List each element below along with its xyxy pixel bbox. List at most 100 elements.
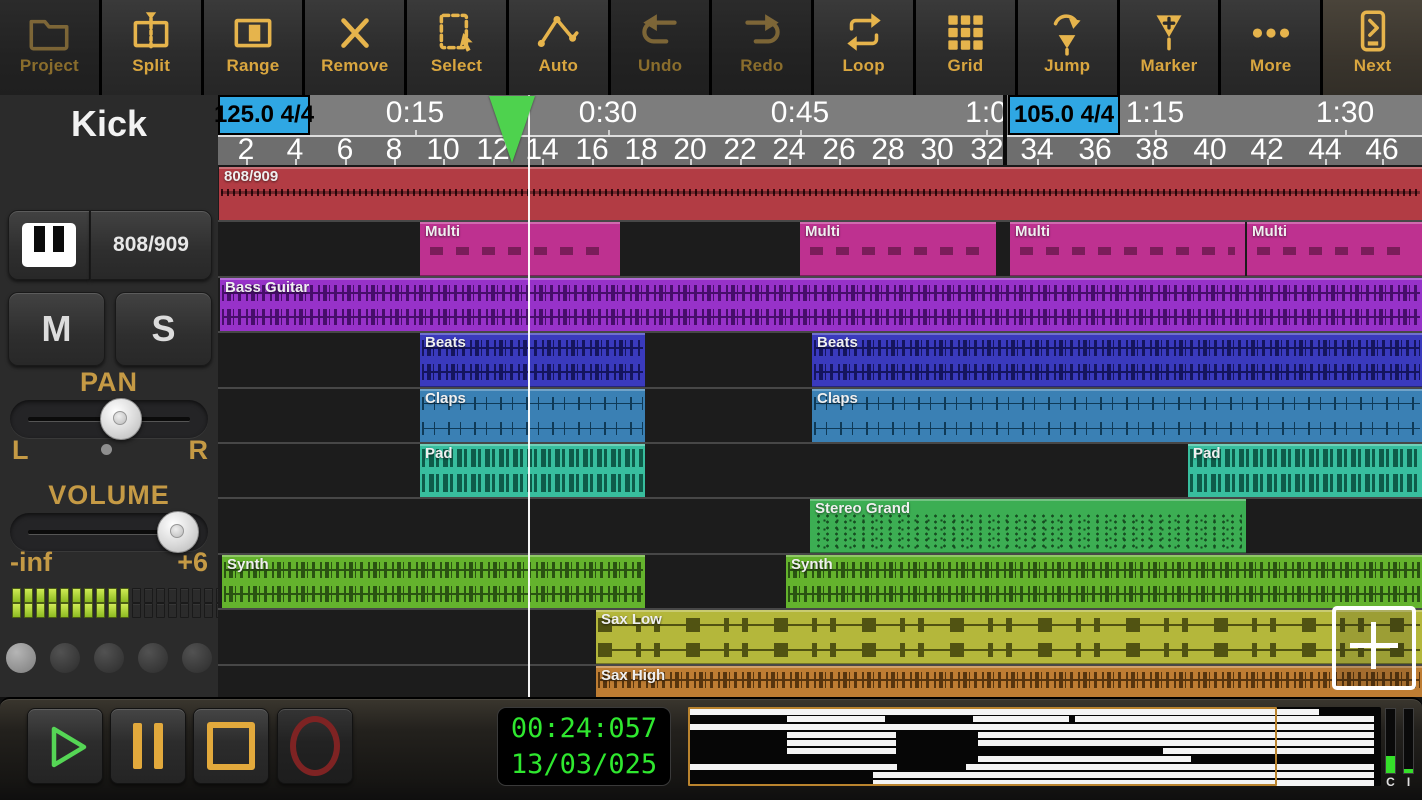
record-button[interactable] xyxy=(277,708,353,784)
solo-button[interactable]: S xyxy=(115,292,212,366)
toolbar-button-grid[interactable]: Grid xyxy=(916,0,1015,95)
audio-clip-claps[interactable]: Claps xyxy=(812,389,1422,443)
midi-dashes xyxy=(1020,247,1235,255)
toolbar-button-marker[interactable]: Marker xyxy=(1119,0,1219,95)
audio-clip-claps[interactable]: Claps xyxy=(420,389,645,443)
page-dot-0[interactable] xyxy=(6,643,36,673)
clip-label: Synth xyxy=(227,556,269,573)
pause-button[interactable] xyxy=(110,708,186,784)
clip-label: Beats xyxy=(817,334,858,351)
date-readout: 13/03/025 xyxy=(510,748,658,780)
volume-slider[interactable] xyxy=(10,511,208,553)
audio-clip-pad[interactable]: Pad xyxy=(420,444,645,498)
page-dot-2[interactable] xyxy=(94,643,124,673)
audio-clip-pad[interactable]: Pad xyxy=(1188,444,1422,498)
audio-clip-sax-low[interactable]: Sax Low xyxy=(596,610,1422,664)
instrument-editor-button[interactable] xyxy=(8,210,90,280)
audio-clip-beats[interactable]: Beats xyxy=(812,333,1422,387)
overview-clip-bar xyxy=(1191,716,1374,722)
meter-segment xyxy=(120,588,129,603)
overview-clip-bar xyxy=(1163,748,1374,754)
track-name: Kick xyxy=(70,103,148,144)
midi-dashes xyxy=(810,247,986,255)
toolbar-button-project[interactable]: Project xyxy=(0,0,99,95)
meter-segment xyxy=(120,603,129,618)
midi-notes xyxy=(814,513,1242,549)
toolbar-button-loop[interactable]: Loop xyxy=(814,0,914,95)
pan-label: PAN xyxy=(79,367,138,397)
overview-clip-bar xyxy=(1075,716,1191,722)
overview-clip-bar xyxy=(973,716,1069,722)
toolbar-button-label: Project xyxy=(19,56,79,75)
overview-clip-bar xyxy=(787,740,896,746)
toolbar-button-more[interactable]: More xyxy=(1221,0,1321,95)
audio-clip-sax-high[interactable]: Sax High xyxy=(596,666,1422,697)
overview-clip-bar xyxy=(689,724,1374,730)
split-icon xyxy=(126,6,176,58)
audio-clip-synth[interactable]: Synth xyxy=(222,555,645,609)
toolbar-button-range[interactable]: Range xyxy=(203,0,303,95)
clip-label: Multi xyxy=(1015,223,1050,240)
play-button[interactable] xyxy=(27,708,103,784)
audio-clip-stereo-grand[interactable]: Stereo Grand xyxy=(810,499,1246,553)
midi-dashes xyxy=(430,247,610,255)
pan-knob[interactable] xyxy=(100,398,142,440)
ruler-bar-row[interactable]: 2 4 6 8 10 12 14 16 18 20 22 24 26 28 30 32 34 36 38 40 42 44… xyxy=(218,133,1422,167)
pan-slider[interactable] xyxy=(10,398,208,440)
position-readout: 00:24:057 xyxy=(510,712,658,744)
time-label: 0:45 xyxy=(770,96,830,129)
stop-button[interactable] xyxy=(193,708,269,784)
jump-icon xyxy=(1042,6,1092,58)
play-icon xyxy=(51,726,87,768)
next-icon xyxy=(1348,6,1398,58)
waveform xyxy=(814,371,1420,373)
audio-clip-multi[interactable]: Multi xyxy=(800,222,996,276)
toolbar-button-auto[interactable]: Auto xyxy=(508,0,608,95)
overview-clip-bar xyxy=(978,740,1374,746)
audio-clip-multi[interactable]: Multi xyxy=(420,222,620,276)
ruler-time-row[interactable]: 0:15 0:30 0:45 1:0 1:15 1:30 xyxy=(218,95,1422,137)
audio-clip-synth[interactable]: Synth xyxy=(786,555,1422,609)
marker-icon xyxy=(1144,6,1194,58)
overview-clip-bar xyxy=(978,756,1191,762)
loop-icon xyxy=(839,6,889,58)
toolbar-button-remove[interactable]: Remove xyxy=(305,0,405,95)
audio-clip-multi[interactable]: Multi xyxy=(1247,222,1422,276)
page-dot-3[interactable] xyxy=(138,643,168,673)
mute-button[interactable]: M xyxy=(8,292,105,366)
clip-label: Stereo Grand xyxy=(815,500,911,517)
audio-clip-multi[interactable]: Multi xyxy=(1010,222,1245,276)
toolbar-button-split[interactable]: Split xyxy=(101,0,201,95)
toolbar-button-undo[interactable]: Undo xyxy=(610,0,710,95)
time-label: 0:30 xyxy=(578,96,638,129)
clip-label: Multi xyxy=(1252,223,1287,240)
time-tick xyxy=(1345,130,1347,135)
toolbar-button-jump[interactable]: Jump xyxy=(1017,0,1117,95)
instrument-select-button[interactable]: 808/909 xyxy=(90,210,212,280)
overview-clip-bar xyxy=(873,772,1374,778)
meter-segment xyxy=(96,588,105,603)
toolbar-button-select[interactable]: Select xyxy=(407,0,506,95)
audio-clip-beats[interactable]: Beats xyxy=(420,333,645,387)
waveform xyxy=(422,428,643,429)
volume-label: VOLUME xyxy=(48,480,170,510)
toolbar-button-next[interactable]: Next xyxy=(1323,0,1422,95)
meter-segment xyxy=(36,588,45,603)
toolbar-button-label: More xyxy=(1250,56,1292,75)
page-dot-4[interactable] xyxy=(182,643,212,673)
overview-clip-bar xyxy=(873,780,1374,786)
more-icon xyxy=(1246,6,1296,58)
tempo-marker[interactable]: 105.0 4/4 xyxy=(1008,95,1120,135)
project-overview-minimap[interactable] xyxy=(688,707,1381,786)
audio-clip-808-909[interactable]: 808/909 xyxy=(219,167,1422,221)
meter-segment xyxy=(144,588,153,603)
playhead-marker[interactable] xyxy=(489,96,535,163)
add-track-button[interactable] xyxy=(1332,606,1416,690)
tempo-marker[interactable]: 125.0 4/4 xyxy=(214,95,314,135)
page-dot-1[interactable] xyxy=(50,643,80,673)
meter-segment xyxy=(180,588,189,603)
toolbar-button-redo[interactable]: Redo xyxy=(712,0,812,95)
audio-clip-bass-guitar[interactable]: Bass Guitar xyxy=(220,278,1422,332)
meter-segment xyxy=(84,588,93,603)
grid-icon xyxy=(940,6,990,58)
